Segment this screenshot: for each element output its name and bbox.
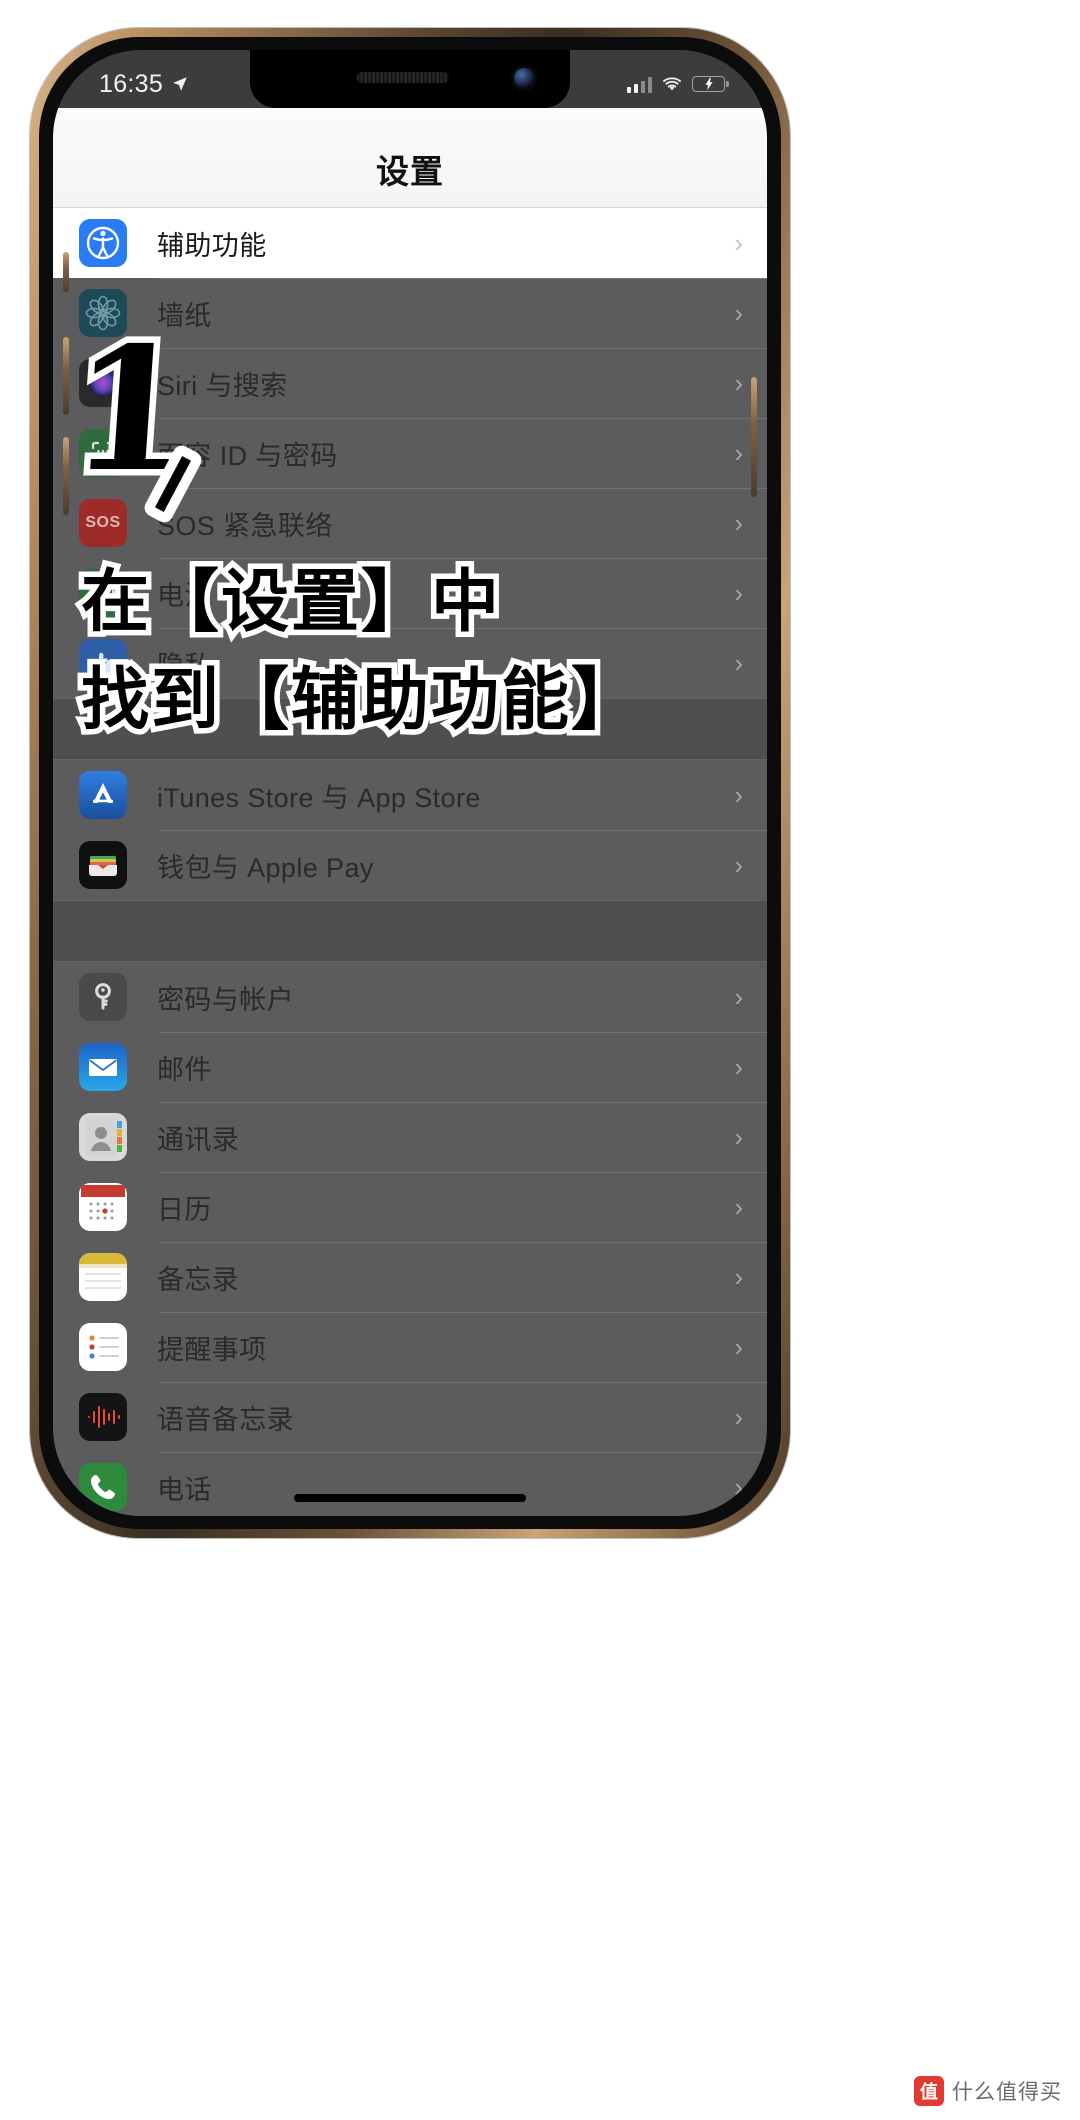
settings-row-wallpaper[interactable]: 墙纸 › <box>53 278 767 348</box>
chevron-right-icon: › <box>734 850 743 880</box>
settings-row-battery[interactable]: 电池 › <box>53 558 767 628</box>
notes-icon <box>79 1253 127 1301</box>
chevron-right-icon: › <box>734 982 743 1012</box>
status-bar-left: 16:35 <box>99 60 189 99</box>
settings-row-label: 电池 <box>157 580 212 611</box>
settings-row-label: 语音备忘录 <box>157 1404 294 1435</box>
chevron-right-icon: › <box>734 438 743 468</box>
watermark: 值 什么值得买 <box>914 2076 1062 2106</box>
chevron-right-icon: › <box>734 228 743 258</box>
voice-memos-icon <box>79 1393 127 1441</box>
faceid-icon <box>79 429 127 477</box>
appstore-icon <box>79 771 127 819</box>
phone-icon <box>79 1463 127 1511</box>
device-bezel: 16:35 设置 辅助功能 › 墙纸 › Siri 与搜索 › 面容 ID 与密… <box>39 37 781 1529</box>
settings-row-mail[interactable]: 邮件 › <box>53 1032 767 1102</box>
chevron-right-icon: › <box>734 508 743 538</box>
settings-row-label: 墙纸 <box>157 300 212 331</box>
settings-row-label: 提醒事项 <box>157 1334 267 1365</box>
settings-row-label: 面容 ID 与密码 <box>157 440 338 471</box>
chevron-right-icon: › <box>734 1332 743 1362</box>
settings-row-appstore[interactable]: iTunes Store 与 App Store › <box>53 760 767 830</box>
chevron-right-icon: › <box>734 1262 743 1292</box>
chevron-right-icon: › <box>734 368 743 398</box>
page-title: 设置 <box>376 153 444 190</box>
settings-row-notes[interactable]: 备忘录 › <box>53 1242 767 1312</box>
settings-row-label: 辅助功能 <box>157 230 267 261</box>
mail-icon <box>79 1043 127 1091</box>
wallpaper-icon <box>79 289 127 337</box>
chevron-right-icon: › <box>734 780 743 810</box>
settings-row-label: Siri 与搜索 <box>157 370 288 401</box>
settings-row-faceid[interactable]: 面容 ID 与密码 › <box>53 418 767 488</box>
navigation-bar: 设置 <box>53 108 767 208</box>
calendar-icon <box>79 1183 127 1231</box>
volume-down-button[interactable] <box>63 437 69 515</box>
phone-screen: 16:35 设置 辅助功能 › 墙纸 › Siri 与搜索 › 面容 ID 与密… <box>53 50 767 1516</box>
settings-row-contacts[interactable]: 通讯录 › <box>53 1102 767 1172</box>
settings-group-separator <box>53 698 767 760</box>
device-notch <box>250 50 570 108</box>
front-camera <box>514 68 534 88</box>
wallet-icon <box>79 841 127 889</box>
cellular-bars-icon <box>626 76 652 93</box>
contacts-icon <box>79 1113 127 1161</box>
accessibility-icon <box>79 219 127 267</box>
power-button[interactable] <box>751 377 757 497</box>
settings-row-key[interactable]: 密码与帐户 › <box>53 962 767 1032</box>
watermark-text: 什么值得买 <box>952 2081 1062 2104</box>
settings-row-accessibility[interactable]: 辅助功能 › <box>53 208 767 278</box>
status-time: 16:35 <box>99 69 164 98</box>
volume-up-button[interactable] <box>63 337 69 415</box>
settings-row-label: 邮件 <box>157 1054 212 1085</box>
chevron-right-icon: › <box>734 1122 743 1152</box>
siri-icon <box>79 359 127 407</box>
battery-charging-icon <box>692 76 729 92</box>
settings-row-label: 电话 <box>157 1474 212 1505</box>
key-icon <box>79 973 127 1021</box>
chevron-right-icon: › <box>734 578 743 608</box>
settings-row-voice-memos[interactable]: 语音备忘录 › <box>53 1382 767 1452</box>
settings-row-label: 通讯录 <box>157 1124 240 1155</box>
battery-icon <box>79 569 127 617</box>
settings-list[interactable]: 辅助功能 › 墙纸 › Siri 与搜索 › 面容 ID 与密码 › SOS SOS 紧急联络 › 电… <box>53 208 767 1516</box>
chevron-right-icon: › <box>734 1402 743 1432</box>
screenshot-root: 16:35 设置 辅助功能 › 墙纸 › Siri 与搜索 › 面容 ID 与密… <box>0 0 1080 2120</box>
privacy-hand-icon <box>79 639 127 687</box>
settings-row-label: 日历 <box>157 1194 212 1225</box>
wifi-icon <box>663 76 681 90</box>
settings-row-calendar[interactable]: 日历 › <box>53 1172 767 1242</box>
watermark-badge: 值 <box>914 2076 944 2106</box>
settings-row-siri[interactable]: Siri 与搜索 › <box>53 348 767 418</box>
settings-row-reminders[interactable]: 提醒事项 › <box>53 1312 767 1382</box>
status-bar-right <box>626 66 729 93</box>
chevron-right-icon: › <box>734 1192 743 1222</box>
chevron-right-icon: › <box>734 1472 743 1502</box>
settings-row-label: SOS 紧急联络 <box>157 510 333 541</box>
chevron-right-icon: › <box>734 298 743 328</box>
settings-row-privacy-hand[interactable]: 隐私 › <box>53 628 767 698</box>
home-indicator[interactable] <box>294 1494 526 1502</box>
settings-app: 设置 辅助功能 › 墙纸 › Siri 与搜索 › 面容 ID 与密码 › SOS SOS 紧急联… <box>53 108 767 1516</box>
settings-row-sos[interactable]: SOS SOS 紧急联络 › <box>53 488 767 558</box>
chevron-right-icon: › <box>734 1052 743 1082</box>
silent-switch[interactable] <box>63 252 69 292</box>
earpiece-speaker <box>356 72 449 83</box>
iphone-device-frame: 16:35 设置 辅助功能 › 墙纸 › Siri 与搜索 › 面容 ID 与密… <box>30 28 790 1538</box>
settings-row-label: 备忘录 <box>157 1264 240 1295</box>
settings-row-phone[interactable]: 电话 › <box>53 1452 767 1516</box>
location-arrow-icon <box>173 77 187 91</box>
settings-row-label: 钱包与 Apple Pay <box>157 852 374 883</box>
charging-bolt-icon <box>704 77 713 91</box>
settings-row-wallet[interactable]: 钱包与 Apple Pay › <box>53 830 767 900</box>
reminders-icon <box>79 1323 127 1371</box>
chevron-right-icon: › <box>734 648 743 678</box>
settings-group-separator <box>53 900 767 962</box>
settings-row-label: 隐私 <box>157 650 212 681</box>
settings-row-label: 密码与帐户 <box>157 984 294 1015</box>
settings-row-label: iTunes Store 与 App Store <box>157 782 481 813</box>
sos-icon: SOS <box>79 499 127 547</box>
